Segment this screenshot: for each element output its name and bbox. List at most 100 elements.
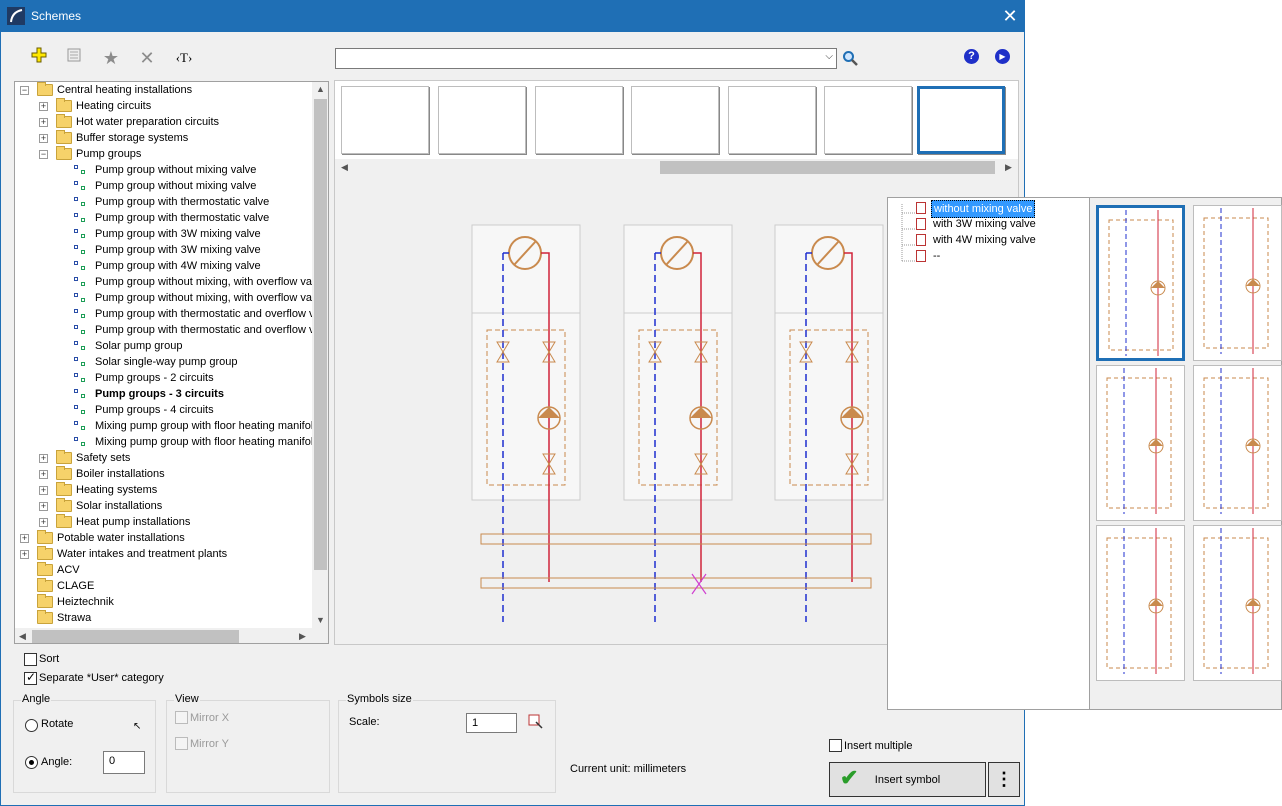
- tree-folder[interactable]: − Pump groups: [15, 146, 312, 162]
- help-icon[interactable]: ?: [964, 49, 979, 64]
- variants-list[interactable]: without mixing valve with 3W mixing valv…: [888, 198, 1090, 709]
- tree-item[interactable]: Pump group without mixing, with overflow…: [15, 290, 312, 306]
- expand-icon[interactable]: +: [39, 518, 48, 527]
- thumbnail-scrollbar[interactable]: ◀ ▶: [335, 159, 1018, 176]
- tree-horizontal-scrollbar[interactable]: ◀ ▶: [15, 628, 328, 643]
- tree-item[interactable]: Solar single-way pump group: [15, 354, 312, 370]
- tree-item[interactable]: Pump group with thermostatic and overflo…: [15, 306, 315, 322]
- chevron-down-icon[interactable]: ⌵: [825, 51, 833, 62]
- expand-icon[interactable]: +: [39, 486, 48, 495]
- scroll-right-icon[interactable]: ▶: [299, 631, 306, 642]
- expand-icon[interactable]: +: [20, 550, 29, 559]
- scroll-down-icon[interactable]: ▼: [316, 615, 325, 625]
- more-options-button[interactable]: ⋮: [988, 762, 1020, 797]
- separate-user-checkbox[interactable]: [24, 670, 37, 685]
- tree-folder[interactable]: + Heat pump installations: [15, 514, 312, 530]
- variant-thumbnail[interactable]: [1193, 205, 1282, 361]
- expand-icon[interactable]: +: [39, 502, 48, 511]
- next-icon[interactable]: ▶: [995, 49, 1010, 64]
- scale-input[interactable]: 1: [466, 713, 517, 733]
- tree-folder[interactable]: CLAGE: [15, 578, 312, 594]
- tree-folder[interactable]: + Potable water installations: [15, 530, 312, 546]
- expand-icon[interactable]: +: [20, 534, 29, 543]
- mirror-x-checkbox[interactable]: [175, 711, 188, 724]
- scroll-up-icon[interactable]: ▲: [316, 84, 325, 94]
- properties-button[interactable]: [63, 47, 85, 69]
- search-icon[interactable]: [842, 50, 858, 66]
- tree-item[interactable]: Pump group with thermostatic and overflo…: [15, 322, 315, 338]
- delete-button[interactable]: ✕: [136, 47, 158, 69]
- pick-scale-icon[interactable]: [528, 714, 544, 730]
- tree-folder[interactable]: Heiztechnik: [15, 594, 312, 610]
- close-button[interactable]: ✕: [996, 4, 1024, 28]
- thumbnail[interactable]: [631, 86, 719, 154]
- tree-item[interactable]: Pump groups - 3 circuits: [15, 386, 312, 402]
- collapse-icon[interactable]: −: [20, 86, 29, 95]
- tree-item[interactable]: Pump group without mixing valve: [15, 162, 312, 178]
- tree-folder[interactable]: + Solar installations: [15, 498, 312, 514]
- thumbnail[interactable]: [728, 86, 816, 154]
- tree-folder[interactable]: + Safety sets: [15, 450, 312, 466]
- tree-item[interactable]: Pump groups - 4 circuits: [15, 402, 312, 418]
- sort-checkbox[interactable]: [24, 653, 37, 666]
- variant-thumbnail[interactable]: [1193, 525, 1282, 681]
- tree-item[interactable]: Pump group without mixing, with overflow…: [15, 274, 312, 290]
- insert-multiple-checkbox[interactable]: [829, 739, 842, 752]
- variant-thumbnail[interactable]: [1193, 365, 1282, 521]
- thumbnail[interactable]: [438, 86, 526, 154]
- tree-item[interactable]: Pump group without mixing valve: [15, 178, 312, 194]
- tree-item[interactable]: Pump groups - 2 circuits: [15, 370, 312, 386]
- variant-thumbnail-selected[interactable]: [1096, 205, 1185, 361]
- tree-item[interactable]: Mixing pump group with floor heating man…: [15, 418, 313, 434]
- tree-folder[interactable]: + Hot water preparation circuits: [15, 114, 312, 130]
- variant-thumbnail[interactable]: [1096, 365, 1185, 521]
- expand-icon[interactable]: +: [39, 118, 48, 127]
- tree-vertical-scrollbar[interactable]: ▲ ▼: [312, 82, 328, 629]
- scheme-icon: [74, 437, 88, 447]
- tree-item[interactable]: Pump group with thermostatic valve: [15, 194, 312, 210]
- expand-icon[interactable]: +: [39, 102, 48, 111]
- thumbnail[interactable]: [824, 86, 912, 154]
- tree-item[interactable]: Solar pump group: [15, 338, 312, 354]
- insert-symbol-button[interactable]: ✔ Insert symbol: [829, 762, 986, 797]
- tree-folder[interactable]: + Boiler installations: [15, 466, 312, 482]
- thumbnail[interactable]: [341, 86, 429, 154]
- scroll-thumb[interactable]: [32, 630, 239, 643]
- mirror-y-checkbox[interactable]: [175, 737, 188, 750]
- angle-radio[interactable]: [25, 756, 38, 769]
- tree-folder[interactable]: + Buffer storage systems: [15, 130, 312, 146]
- variant-thumbnail[interactable]: [1096, 525, 1185, 681]
- tree-item[interactable]: Pump group with 3W mixing valve: [15, 242, 312, 258]
- category-tree[interactable]: − Central heating installations + Heating c…: [14, 81, 329, 644]
- tree-item[interactable]: Mixing pump group with floor heating man…: [15, 434, 313, 450]
- thumbnail-selected[interactable]: [917, 86, 1005, 154]
- tree-folder[interactable]: − Central heating installations: [15, 82, 312, 98]
- scroll-right-icon[interactable]: ▶: [1005, 162, 1012, 173]
- search-combo[interactable]: ⌵: [335, 48, 837, 69]
- favorite-button[interactable]: ★: [100, 47, 122, 69]
- tree-folder[interactable]: Strawa: [15, 610, 312, 626]
- angle-input[interactable]: 0: [103, 751, 145, 774]
- scroll-left-icon[interactable]: ◀: [19, 631, 26, 642]
- rotate-radio[interactable]: [25, 719, 38, 732]
- expand-icon[interactable]: +: [39, 470, 48, 479]
- tree-folder[interactable]: + Water intakes and treatment plants: [15, 546, 312, 562]
- tree-folder[interactable]: + Heating systems: [15, 482, 312, 498]
- text-button[interactable]: ‹T›: [171, 47, 197, 69]
- expand-icon[interactable]: +: [39, 454, 48, 463]
- tree-item[interactable]: Pump group with thermostatic valve: [15, 210, 312, 226]
- thumbnail[interactable]: [535, 86, 623, 154]
- tree-item[interactable]: Pump group with 3W mixing valve: [15, 226, 312, 242]
- variant-grid[interactable]: [1090, 198, 1282, 709]
- scroll-thumb[interactable]: [314, 99, 327, 570]
- expand-icon[interactable]: +: [39, 134, 48, 143]
- tree-folder[interactable]: ACV: [15, 562, 312, 578]
- scroll-left-icon[interactable]: ◀: [341, 162, 348, 173]
- collapse-icon[interactable]: −: [39, 150, 48, 159]
- thumbnail-strip[interactable]: ◀ ▶: [335, 81, 1018, 176]
- tree-folder[interactable]: + Heating circuits: [15, 98, 312, 114]
- add-button[interactable]: [28, 47, 50, 69]
- tree-item[interactable]: Pump group with 4W mixing valve: [15, 258, 312, 274]
- scroll-thumb[interactable]: [660, 161, 995, 174]
- symbols-size-title: Symbols size: [346, 693, 413, 705]
